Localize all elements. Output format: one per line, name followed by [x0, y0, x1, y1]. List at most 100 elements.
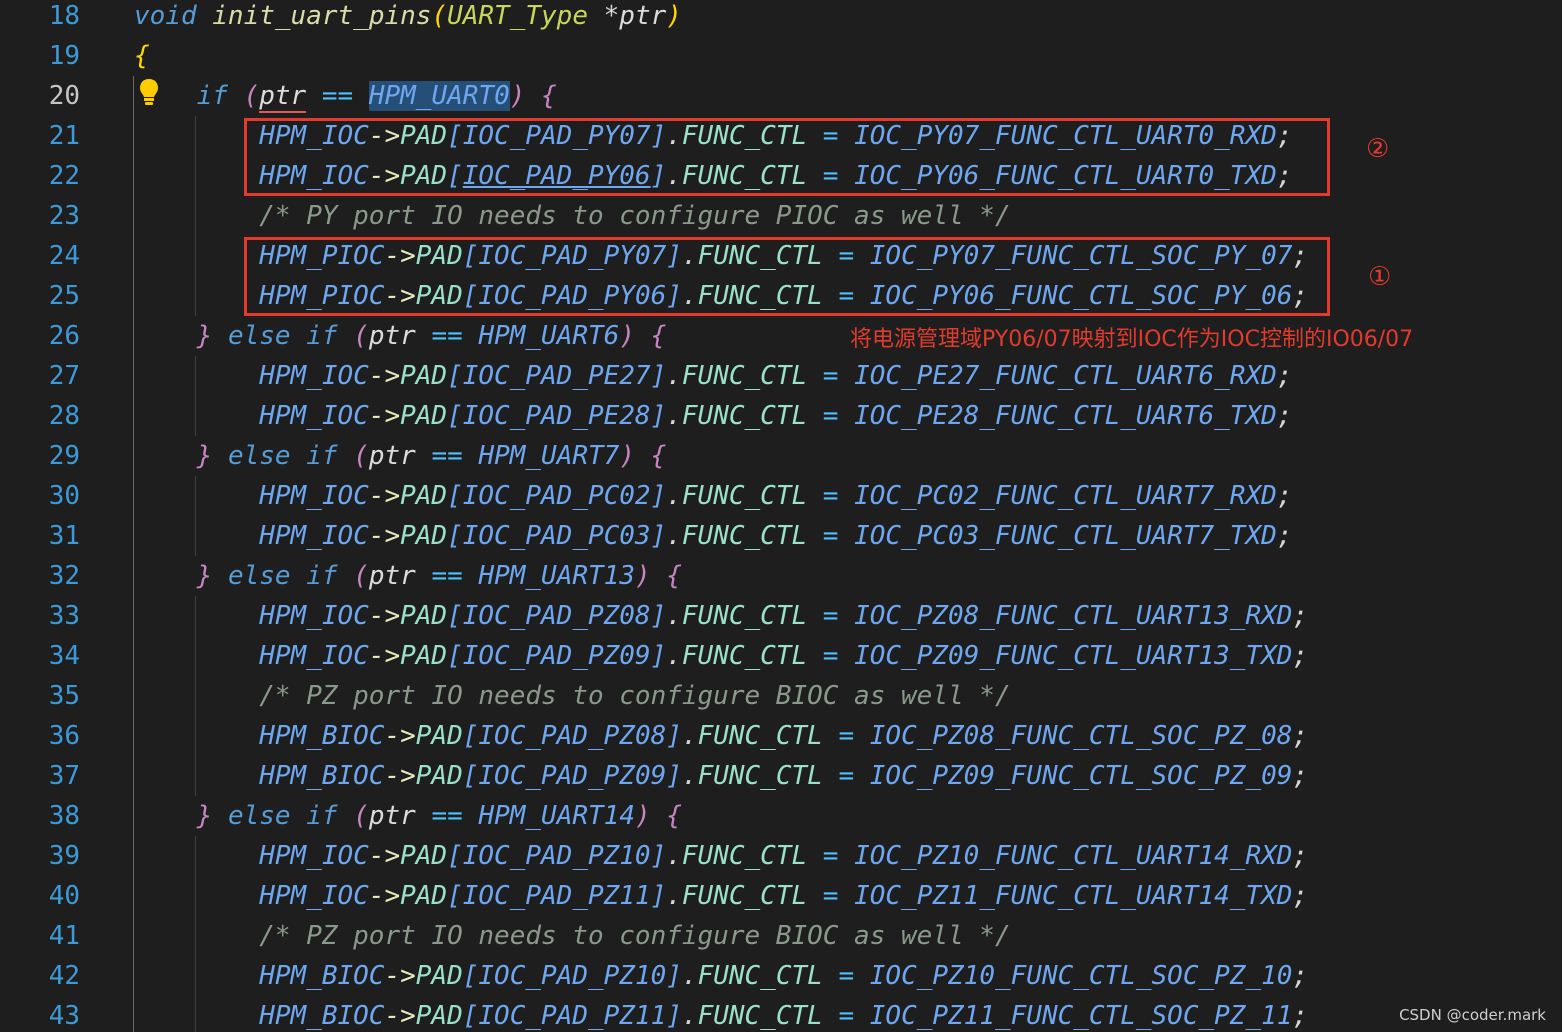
code-text[interactable]: HPM_BIOC->PAD[IOC_PAD_PZ10].FUNC_CTL = I…	[134, 956, 1308, 996]
code-token: ;	[1276, 401, 1293, 431]
line-number: 37	[48, 761, 80, 791]
code-token: ]	[650, 401, 667, 431]
code-line[interactable]: 36 HPM_BIOC->PAD[IOC_PAD_PZ08].FUNC_CTL …	[0, 716, 1562, 756]
code-token: IOC_PE28_FUNC_CTL_UART6_TXD	[854, 401, 1277, 431]
code-token: [	[462, 761, 479, 791]
code-token: =	[838, 761, 855, 791]
code-line[interactable]: 35 /* PZ port IO needs to configure BIOC…	[0, 676, 1562, 716]
code-text[interactable]: HPM_IOC->PAD[IOC_PAD_PZ08].FUNC_CTL = IO…	[134, 596, 1308, 636]
code-text[interactable]: HPM_IOC->PAD[IOC_PAD_PZ09].FUNC_CTL = IO…	[134, 636, 1308, 676]
lightbulb-icon[interactable]	[139, 78, 159, 108]
code-text[interactable]: HPM_IOC->PAD[IOC_PAD_PC02].FUNC_CTL = IO…	[134, 476, 1292, 516]
code-line[interactable]: 23 /* PY port IO needs to configure PIOC…	[0, 196, 1562, 236]
code-text[interactable]: HPM_IOC->PAD[IOC_PAD_PE28].FUNC_CTL = IO…	[134, 396, 1292, 436]
code-text[interactable]: HPM_BIOC->PAD[IOC_PAD_PZ08].FUNC_CTL = I…	[134, 716, 1308, 756]
code-token: ->	[368, 841, 401, 871]
code-text[interactable]: } else if (ptr == HPM_UART13) {	[134, 556, 682, 596]
code-token: ->	[368, 881, 401, 911]
code-text[interactable]: HPM_IOC->PAD[IOC_PAD_PE27].FUNC_CTL = IO…	[134, 356, 1292, 396]
code-token: if	[306, 321, 338, 351]
code-text[interactable]: HPM_IOC->PAD[IOC_PAD_PZ10].FUNC_CTL = IO…	[134, 836, 1308, 876]
code-token: .	[666, 641, 682, 671]
code-text[interactable]: /* PY port IO needs to configure PIOC as…	[134, 196, 1010, 236]
code-text[interactable]: } else if (ptr == HPM_UART14) {	[134, 796, 682, 836]
code-token: =	[822, 881, 839, 911]
code-line[interactable]: 34 HPM_IOC->PAD[IOC_PAD_PZ09].FUNC_CTL =…	[0, 636, 1562, 676]
code-line[interactable]: 39 HPM_IOC->PAD[IOC_PAD_PZ10].FUNC_CTL =…	[0, 836, 1562, 876]
code-token: ]	[666, 721, 682, 751]
code-line[interactable]: 38 } else if (ptr == HPM_UART14) {	[0, 796, 1562, 836]
code-token: =	[822, 841, 839, 871]
code-line[interactable]: 41 /* PZ port IO needs to configure BIOC…	[0, 916, 1562, 956]
code-text[interactable]: } else if (ptr == HPM_UART6) {	[134, 316, 667, 356]
code-text[interactable]: /* PZ port IO needs to configure BIOC as…	[134, 916, 1011, 956]
code-line[interactable]: 37 HPM_BIOC->PAD[IOC_PAD_PZ09].FUNC_CTL …	[0, 756, 1562, 796]
code-token: /* PZ port IO needs to configure BIOC as…	[259, 921, 1011, 951]
code-text[interactable]: if (ptr == HPM_UART0) {	[134, 76, 557, 116]
line-number: 38	[48, 801, 80, 831]
code-token: ==	[431, 561, 463, 591]
code-line[interactable]: 42 HPM_BIOC->PAD[IOC_PAD_PZ10].FUNC_CTL …	[0, 956, 1562, 996]
code-token: FUNC_CTL	[681, 401, 808, 431]
code-token: void	[134, 1, 197, 31]
code-line[interactable]: 43 HPM_BIOC->PAD[IOC_PAD_PZ11].FUNC_CTL …	[0, 996, 1562, 1032]
code-line[interactable]: 18 void init_uart_pins(UART_Type *ptr)	[0, 0, 1562, 36]
code-line[interactable]: 20 if (ptr == HPM_UART0) {	[0, 76, 1562, 116]
code-line[interactable]: 40 HPM_IOC->PAD[IOC_PAD_PZ11].FUNC_CTL =…	[0, 876, 1562, 916]
code-token: FUNC_CTL	[697, 721, 823, 751]
code-token: FUNC_CTL	[681, 361, 808, 391]
code-text[interactable]: HPM_IOC->PAD[IOC_PAD_PZ11].FUNC_CTL = IO…	[134, 876, 1308, 916]
code-line[interactable]: 19 {	[0, 36, 1562, 76]
code-token: ]	[666, 1001, 682, 1031]
code-text[interactable]: } else if (ptr == HPM_UART7) {	[134, 436, 667, 476]
code-line[interactable]: 28 HPM_IOC->PAD[IOC_PAD_PE28].FUNC_CTL =…	[0, 396, 1562, 436]
code-line[interactable]: 33 HPM_IOC->PAD[IOC_PAD_PZ08].FUNC_CTL =…	[0, 596, 1562, 636]
code-line[interactable]: 29 } else if (ptr == HPM_UART7) {	[0, 436, 1562, 476]
code-token: [	[447, 401, 463, 431]
code-token: IOC_PZ09_FUNC_CTL_UART13_TXD	[854, 641, 1293, 671]
code-text[interactable]: HPM_BIOC->PAD[IOC_PAD_PZ09].FUNC_CTL = I…	[134, 756, 1308, 796]
code-token: IOC_PZ08_FUNC_CTL_UART13_RXD	[854, 601, 1293, 631]
code-token: IOC_PAD_PZ09	[462, 641, 651, 671]
code-token: ]	[650, 841, 667, 871]
code-token: HPM_UART14	[478, 801, 635, 831]
code-editor[interactable]: 18 void init_uart_pins(UART_Type *ptr) 19{…	[0, 0, 1562, 1032]
line-number: 35	[48, 681, 80, 711]
code-token: HPM_IOC	[259, 481, 369, 511]
code-token: IOC_PC03_FUNC_CTL_UART7_TXD	[854, 521, 1277, 551]
code-line[interactable]: 30 HPM_IOC->PAD[IOC_PAD_PC02].FUNC_CTL =…	[0, 476, 1562, 516]
code-text[interactable]: /* PZ port IO needs to configure BIOC as…	[134, 676, 1010, 716]
code-token: HPM_IOC	[259, 401, 369, 431]
code-token: )	[666, 1, 682, 31]
code-text[interactable]: {	[134, 36, 150, 76]
code-token: .	[681, 721, 698, 751]
code-line[interactable]: 31 HPM_IOC->PAD[IOC_PAD_PC03].FUNC_CTL =…	[0, 516, 1562, 556]
code-token: )	[509, 81, 526, 111]
code-token: ]	[650, 361, 667, 391]
code-text[interactable]: void init_uart_pins(UART_Type *ptr)	[134, 0, 682, 36]
code-token: ->	[384, 961, 416, 991]
code-line[interactable]: 32 } else if (ptr == HPM_UART13) {	[0, 556, 1562, 596]
code-token: ]	[666, 761, 682, 791]
code-text[interactable]: HPM_BIOC->PAD[IOC_PAD_PZ11].FUNC_CTL = I…	[134, 996, 1308, 1032]
code-token: *	[603, 1, 620, 31]
code-token: PAD	[400, 401, 448, 431]
code-text[interactable]: HPM_IOC->PAD[IOC_PAD_PC03].FUNC_CTL = IO…	[134, 516, 1292, 556]
code-token: ==	[321, 81, 354, 111]
code-token: .	[681, 1001, 698, 1031]
code-token: IOC_PAD_PZ10	[462, 841, 651, 871]
code-line[interactable]: 27 HPM_IOC->PAD[IOC_PAD_PE27].FUNC_CTL =…	[0, 356, 1562, 396]
code-token: [	[462, 1001, 479, 1031]
